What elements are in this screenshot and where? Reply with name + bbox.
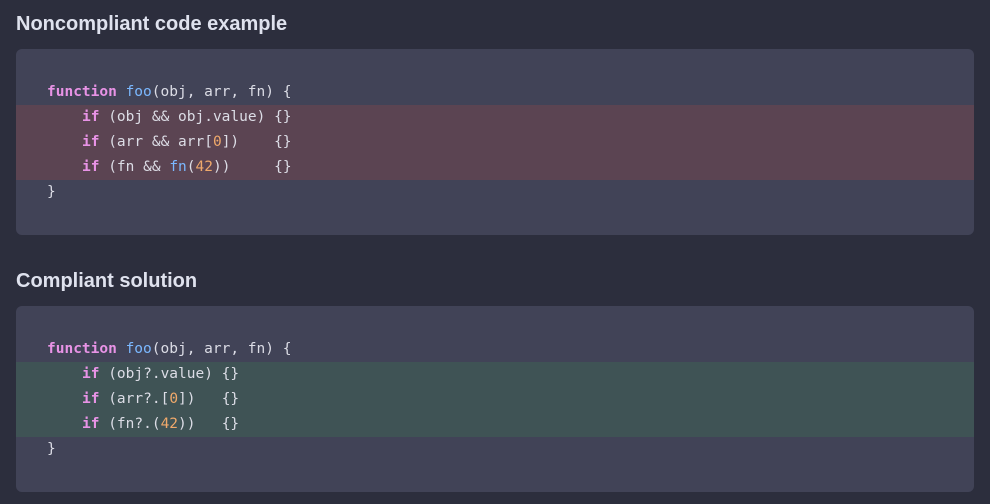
code-number: 0 xyxy=(212,134,222,150)
code-text: } xyxy=(47,184,56,200)
code-keyword: if xyxy=(82,109,100,125)
highlighted-code-line: if (arr && arr[0]) {} xyxy=(16,130,974,155)
highlighted-code-line: if (obj && obj.value) {} xyxy=(16,105,974,130)
code-function-name: foo xyxy=(125,84,152,100)
compliant-code-block[interactable]: function foo(obj, arr, fn) {if (obj?.val… xyxy=(16,306,974,492)
compliant-section: Compliant solution function foo(obj, arr… xyxy=(16,257,974,492)
code-text: } xyxy=(47,441,56,457)
noncompliant-code-block[interactable]: function foo(obj, arr, fn) {if (obj && o… xyxy=(16,49,974,235)
code-keyword: if xyxy=(82,134,100,150)
code-text: (fn && xyxy=(99,159,170,175)
code-keyword: function xyxy=(47,84,117,100)
highlighted-code-line: if (fn?.(42)) {} xyxy=(16,412,974,437)
code-text: (obj, arr, fn) { xyxy=(151,84,292,100)
code-line: function foo(obj, arr, fn) { xyxy=(16,337,974,362)
code-text: (obj?.value) {} xyxy=(99,366,240,382)
code-line: function foo(obj, arr, fn) { xyxy=(16,80,974,105)
compliant-heading: Compliant solution xyxy=(16,270,198,292)
code-text: )) {} xyxy=(212,159,292,175)
code-number: 42 xyxy=(195,159,213,175)
code-text: (obj && obj.value) {} xyxy=(99,109,292,125)
code-text: ]) {} xyxy=(178,391,240,407)
code-keyword: function xyxy=(47,341,117,357)
code-text: (arr && arr[ xyxy=(99,134,213,150)
code-text: (fn?.( xyxy=(99,416,161,432)
code-function-name: foo xyxy=(125,341,152,357)
code-text: (obj, arr, fn) { xyxy=(151,341,292,357)
code-number: 42 xyxy=(160,416,179,432)
highlighted-code-line: if (arr?.[0]) {} xyxy=(16,387,974,412)
code-text: ]) {} xyxy=(221,134,292,150)
code-text: )) {} xyxy=(178,416,240,432)
noncompliant-section: Noncompliant code example function foo(o… xyxy=(16,0,974,235)
code-keyword: if xyxy=(82,366,100,382)
code-line: } xyxy=(16,437,974,462)
code-keyword: if xyxy=(82,391,100,407)
code-keyword: if xyxy=(82,159,100,175)
code-line: } xyxy=(16,180,974,205)
code-text: ( xyxy=(186,159,196,175)
code-number: 0 xyxy=(169,391,179,407)
code-text: (arr?.[ xyxy=(99,391,170,407)
highlighted-code-line: if (fn && fn(42)) {} xyxy=(16,155,974,180)
noncompliant-heading: Noncompliant code example xyxy=(16,13,288,35)
highlighted-code-line: if (obj?.value) {} xyxy=(16,362,974,387)
code-function-name: fn xyxy=(169,159,187,175)
code-keyword: if xyxy=(82,416,100,432)
